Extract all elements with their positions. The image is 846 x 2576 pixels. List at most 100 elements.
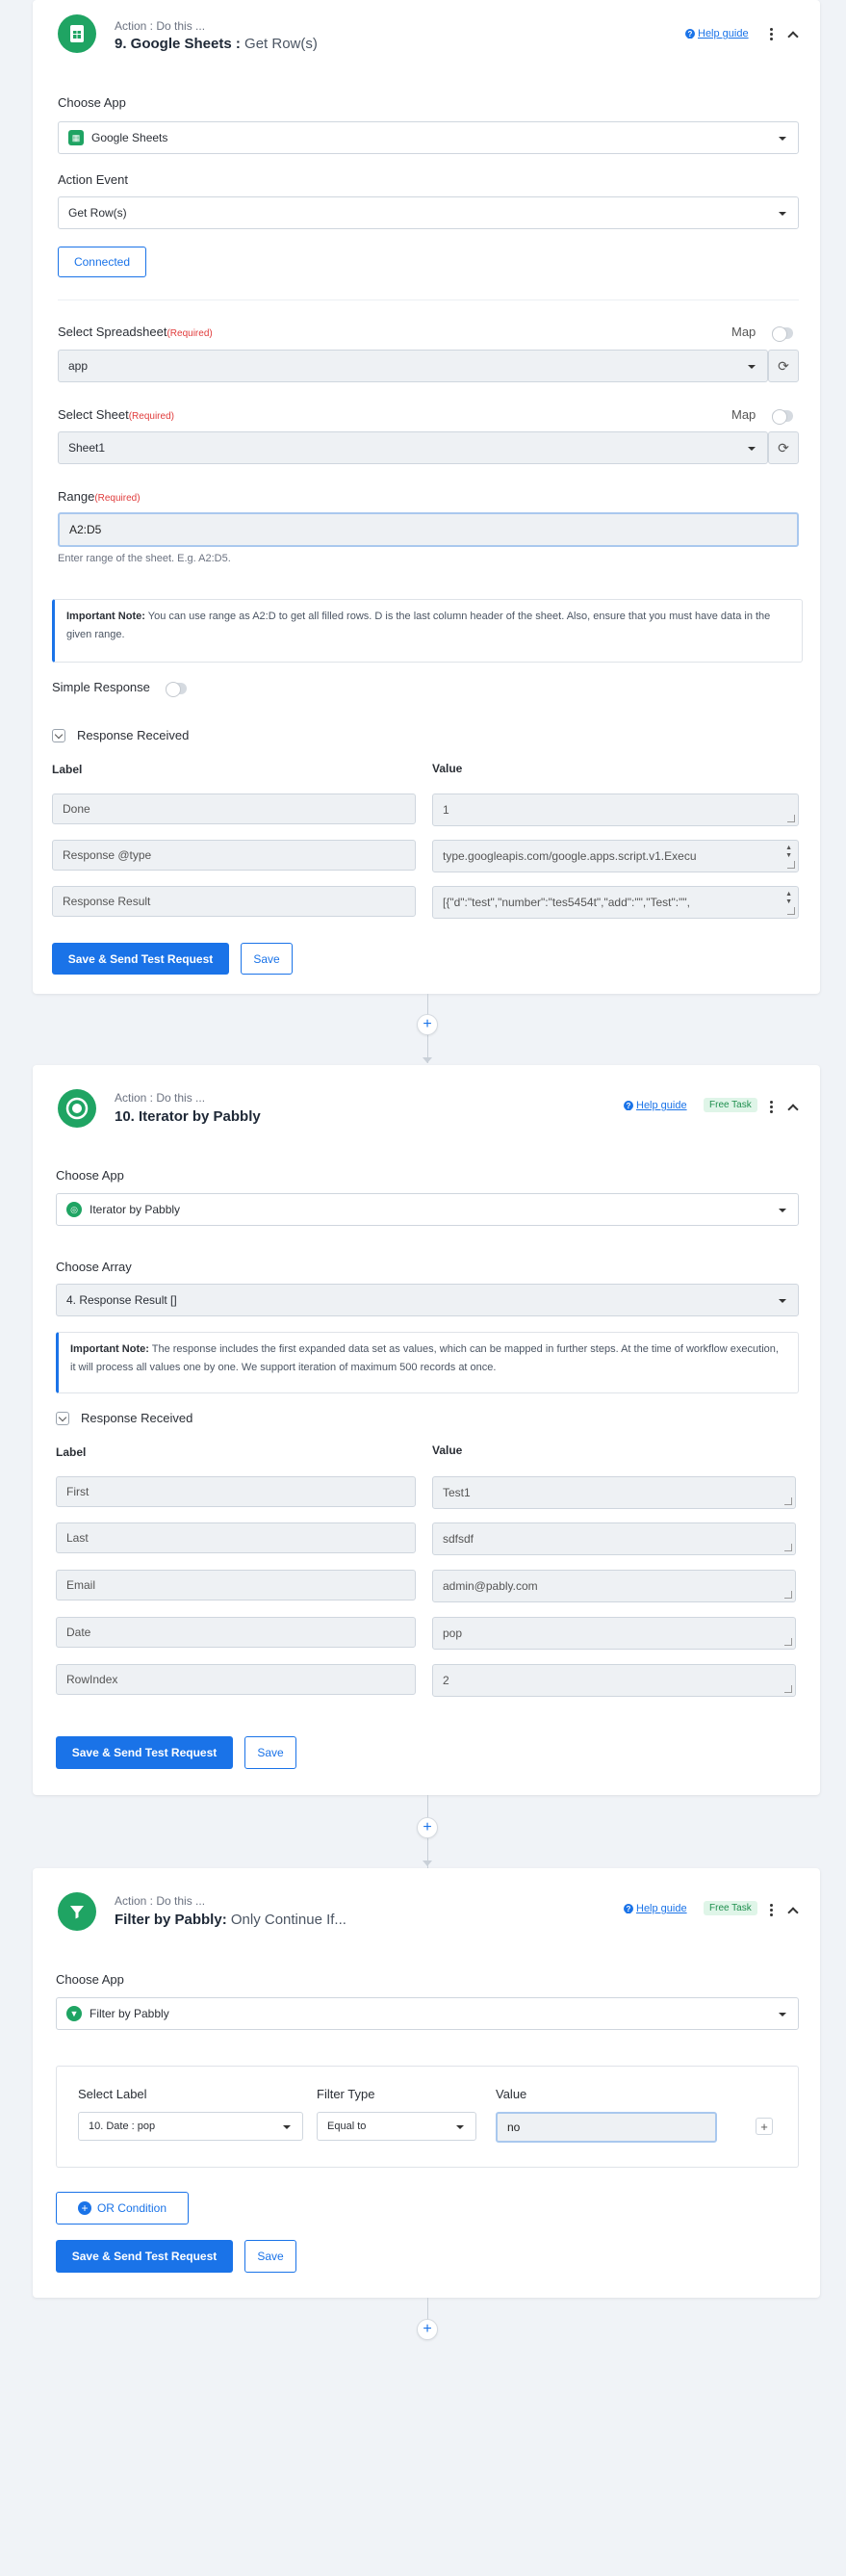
choose-app-label: Choose App xyxy=(56,1972,124,1987)
save-button[interactable]: Save xyxy=(244,2240,296,2273)
choose-app-label: Choose App xyxy=(58,95,126,110)
response-value-field[interactable]: type.googleapis.com/google.apps.script.v… xyxy=(432,840,799,872)
refresh-icon[interactable]: ⟳ xyxy=(768,431,799,464)
divider xyxy=(58,299,799,300)
help-icon: ? xyxy=(624,1101,633,1110)
value-column-header: Value xyxy=(432,762,463,775)
map-toggle[interactable] xyxy=(772,326,793,342)
step-title: 9. Google Sheets : Get Row(s) xyxy=(115,36,318,52)
select-label-label: Select Label xyxy=(78,2087,147,2101)
filter-value-input[interactable]: no xyxy=(496,2112,717,2143)
chevron-up-icon[interactable] xyxy=(787,1907,799,1918)
response-received-label: Response Received xyxy=(77,728,190,742)
save-button[interactable]: Save xyxy=(244,1736,296,1769)
free-task-badge: Free Task xyxy=(704,1098,757,1112)
filter-type-label: Filter Type xyxy=(317,2087,375,2101)
step-title: 10. Iterator by Pabbly xyxy=(115,1108,261,1125)
filter-icon: ▼ xyxy=(66,2006,82,2021)
map-toggle[interactable] xyxy=(772,409,793,425)
iterator-icon: ◎ xyxy=(66,1202,82,1217)
chevron-up-icon[interactable] xyxy=(787,31,799,42)
spreadsheet-select[interactable]: app xyxy=(58,350,768,382)
response-value-field[interactable]: admin@pably.com xyxy=(432,1570,796,1602)
refresh-icon[interactable]: ⟳ xyxy=(768,350,799,382)
simple-response-label: Simple Response xyxy=(52,680,150,694)
response-label-field: Done xyxy=(52,794,416,824)
range-input[interactable]: A2:D5 xyxy=(58,512,799,547)
select-label-select[interactable]: 10. Date : pop xyxy=(78,2112,303,2141)
value-label: Value xyxy=(496,2087,527,2101)
help-guide-link[interactable]: ? Help guide xyxy=(685,28,749,39)
help-icon: ? xyxy=(624,1904,633,1913)
choose-app-select[interactable]: ◎ Iterator by Pabbly xyxy=(56,1193,799,1226)
range-hint: Enter range of the sheet. E.g. A2:D5. xyxy=(58,553,231,564)
map-label: Map xyxy=(731,407,756,422)
or-condition-button[interactable]: + OR Condition xyxy=(56,2192,189,2225)
action-event-select[interactable]: Get Row(s) xyxy=(58,196,799,229)
response-value-field[interactable]: 1 xyxy=(432,794,799,826)
add-step-plus-icon[interactable]: + xyxy=(417,2319,438,2340)
response-value-field[interactable]: 2 xyxy=(432,1664,796,1697)
filter-type-select[interactable]: Equal to xyxy=(317,2112,476,2141)
plus-circle-icon: + xyxy=(77,2201,91,2215)
step-9-card: Action : Do this ... 9. Google Sheets : … xyxy=(33,0,820,994)
sheet-label: Select Sheet(Required) xyxy=(58,407,174,422)
choose-array-label: Choose Array xyxy=(56,1260,132,1274)
kebab-icon[interactable] xyxy=(770,28,774,42)
choose-app-label: Choose App xyxy=(56,1168,124,1183)
response-label-field: Last xyxy=(56,1522,416,1553)
choose-app-select[interactable]: ▼ Filter by Pabbly xyxy=(56,1997,799,2030)
save-and-send-test-button[interactable]: Save & Send Test Request xyxy=(56,1736,233,1769)
choose-array-select[interactable]: 4. Response Result [] xyxy=(56,1284,799,1316)
connector-arrow xyxy=(423,1057,432,1063)
chevron-up-icon[interactable] xyxy=(787,1104,799,1115)
save-and-send-test-button[interactable]: Save & Send Test Request xyxy=(56,2240,233,2273)
simple-response-toggle[interactable] xyxy=(166,682,187,697)
help-guide-link[interactable]: ? Help guide xyxy=(624,1903,687,1914)
step-subtitle: Action : Do this ... xyxy=(115,1091,206,1105)
spreadsheet-label: Select Spreadsheet(Required) xyxy=(58,325,213,339)
value-column-header: Value xyxy=(432,1444,463,1457)
connector-arrow xyxy=(423,1860,432,1866)
free-task-badge: Free Task xyxy=(704,1901,757,1915)
important-note: Important Note: You can use range as A2:… xyxy=(52,599,803,663)
sheet-select[interactable]: Sheet1 xyxy=(58,431,768,464)
response-label-field: Email xyxy=(56,1570,416,1600)
choose-app-select[interactable]: ▦ Google Sheets xyxy=(58,121,799,154)
map-label: Map xyxy=(731,325,756,339)
kebab-icon[interactable] xyxy=(770,1101,774,1115)
range-label: Range(Required) xyxy=(58,489,141,504)
sheets-icon xyxy=(58,14,96,53)
response-collapse-toggle[interactable] xyxy=(56,1412,69,1425)
step-10-card: Action : Do this ... 10. Iterator by Pab… xyxy=(33,1065,820,1795)
kebab-icon[interactable] xyxy=(770,1904,774,1918)
help-icon: ? xyxy=(685,29,695,39)
response-collapse-toggle[interactable] xyxy=(52,729,65,742)
response-label-field: RowIndex xyxy=(56,1664,416,1695)
response-value-field[interactable]: pop xyxy=(432,1617,796,1650)
add-step-plus-icon[interactable]: + xyxy=(417,1817,438,1838)
add-condition-plus-icon[interactable]: + xyxy=(756,2118,773,2135)
save-button[interactable]: Save xyxy=(241,943,293,975)
action-event-label: Action Event xyxy=(58,172,128,187)
label-column-header: Label xyxy=(52,763,83,776)
save-and-send-test-button[interactable]: Save & Send Test Request xyxy=(52,943,229,975)
response-value-field[interactable]: [{"d":"test","number":"tes5454t","add":"… xyxy=(432,886,799,919)
filter-icon xyxy=(58,1892,96,1931)
response-value-field[interactable]: Test1 xyxy=(432,1476,796,1509)
response-value-field[interactable]: sdfsdf xyxy=(432,1522,796,1555)
connected-button[interactable]: Connected xyxy=(58,247,146,277)
response-label-field: Date xyxy=(56,1617,416,1648)
label-column-header: Label xyxy=(56,1445,87,1459)
help-guide-link[interactable]: ? Help guide xyxy=(624,1100,687,1111)
add-step-plus-icon[interactable]: + xyxy=(417,1014,438,1035)
response-label-field: Response @type xyxy=(52,840,416,871)
step-subtitle: Action : Do this ... xyxy=(115,19,206,33)
filter-condition-box: Select Label 10. Date : pop Filter Type … xyxy=(56,2066,799,2168)
response-label-field: Response Result xyxy=(52,886,416,917)
important-note: Important Note: The response includes th… xyxy=(56,1332,799,1393)
response-label-field: First xyxy=(56,1476,416,1507)
response-received-label: Response Received xyxy=(81,1411,193,1425)
step-subtitle: Action : Do this ... xyxy=(115,1894,206,1908)
iterator-icon xyxy=(58,1089,96,1128)
